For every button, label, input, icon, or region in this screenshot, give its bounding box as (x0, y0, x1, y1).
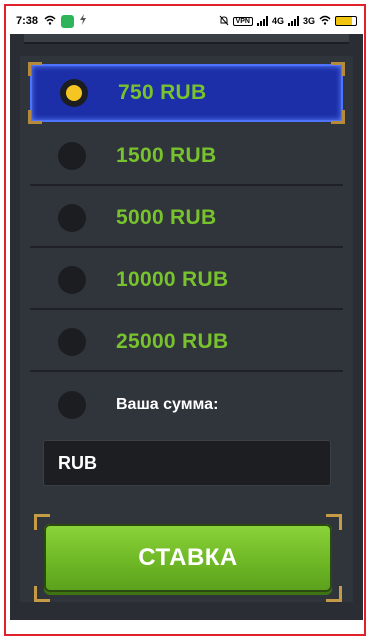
bet-option-label: 750 RUB (118, 81, 207, 104)
phone-screen: 7:38 VPN 4G 3G 750 RUB 1500 RUB 5000 RUB… (10, 8, 363, 620)
bolt-icon (79, 14, 87, 28)
bet-option-label: 10000 RUB (116, 268, 229, 291)
corner-ornament (28, 110, 42, 124)
header-strip (24, 34, 349, 44)
signal-icon-2 (287, 16, 299, 26)
bet-option-custom[interactable]: Ваша сумма: (30, 376, 343, 434)
battery-icon (335, 16, 357, 26)
status-right: VPN 4G 3G (219, 15, 357, 28)
radio-button[interactable] (58, 328, 86, 356)
wifi-icon (44, 15, 56, 28)
corner-ornament (331, 62, 345, 76)
bet-option-label: 1500 RUB (116, 144, 217, 167)
radio-button[interactable] (60, 79, 88, 107)
custom-amount-label: Ваша сумма: (116, 396, 219, 413)
radio-button[interactable] (58, 142, 86, 170)
network-type-2: 3G (302, 16, 315, 26)
place-bet-button[interactable]: СТАВКА (44, 524, 332, 592)
signal-icon (256, 16, 268, 26)
bet-option-1500[interactable]: 1500 RUB (30, 128, 343, 186)
bet-option-label: 5000 RUB (116, 206, 217, 229)
custom-amount-input[interactable] (43, 440, 331, 486)
wifi-icon-2 (319, 15, 331, 27)
radio-button[interactable] (58, 266, 86, 294)
mute-icon (219, 15, 229, 28)
status-time: 7:38 (16, 15, 39, 27)
bet-option-label: 25000 RUB (116, 330, 229, 353)
bet-button-frame: СТАВКА (34, 514, 342, 602)
app-notification-icon (61, 14, 75, 28)
corner-ornament (331, 110, 345, 124)
radio-selected-dot (66, 85, 82, 101)
radio-button[interactable] (58, 391, 86, 419)
corner-ornament (28, 62, 42, 76)
bet-option-10000[interactable]: 10000 RUB (30, 252, 343, 310)
vpn-badge: VPN (232, 16, 253, 26)
bet-option-750[interactable]: 750 RUB (28, 62, 345, 124)
bet-option-5000[interactable]: 5000 RUB (30, 190, 343, 248)
network-type-1: 4G (271, 16, 284, 26)
status-bar: 7:38 VPN 4G 3G (10, 8, 363, 34)
radio-button[interactable] (58, 204, 86, 232)
bet-option-25000[interactable]: 25000 RUB (30, 314, 343, 372)
